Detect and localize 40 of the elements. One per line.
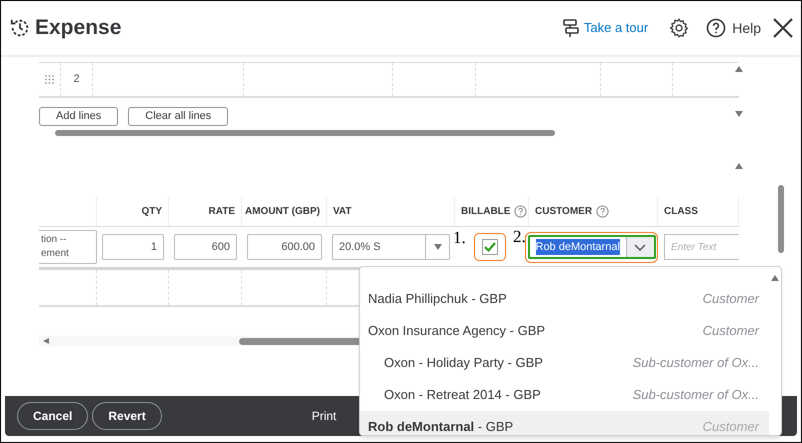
footer-button[interactable]: Revert bbox=[92, 402, 162, 430]
column-header: VAT bbox=[333, 205, 352, 219]
table-action-button[interactable]: Clear all lines bbox=[128, 107, 228, 126]
caret-icon[interactable] bbox=[434, 244, 442, 250]
scroll-up-icon[interactable] bbox=[735, 163, 743, 169]
vertical-scrollbar[interactable] bbox=[778, 185, 784, 253]
number-field[interactable]: 600 bbox=[174, 234, 237, 260]
scroll-left-icon[interactable] bbox=[43, 338, 51, 344]
vat-dropdown[interactable]: 20.0% S bbox=[332, 234, 450, 260]
column-header: AMOUNT (GBP) bbox=[245, 205, 320, 219]
customer-field[interactable]: Rob deMontarnal bbox=[528, 235, 656, 259]
take-a-tour-link[interactable]: Take a tour bbox=[584, 18, 648, 38]
history-icon[interactable] bbox=[9, 17, 31, 39]
help-button[interactable]: Help bbox=[706, 18, 761, 38]
close-icon[interactable] bbox=[773, 18, 793, 38]
chevron-down-icon[interactable] bbox=[634, 244, 646, 250]
billable-checkbox[interactable] bbox=[482, 239, 498, 255]
drag-handle-icon[interactable] bbox=[45, 75, 54, 84]
column-header: CUSTOMER bbox=[535, 205, 592, 219]
help-icon[interactable] bbox=[706, 18, 726, 38]
settings-icon[interactable] bbox=[668, 17, 690, 39]
page-title: Expense bbox=[35, 15, 122, 42]
signpost-icon[interactable] bbox=[562, 18, 580, 38]
scroll-up-icon[interactable] bbox=[735, 66, 743, 72]
customer-option[interactable]: Rob deMontarnal - GBP Customer bbox=[360, 411, 769, 435]
column-header: CLASS bbox=[664, 205, 698, 219]
column-header: QTY bbox=[141, 205, 162, 219]
scroll-up-icon[interactable] bbox=[771, 275, 779, 281]
table-action-button[interactable]: Add lines bbox=[39, 107, 118, 126]
line-number: 2 bbox=[73, 72, 80, 88]
column-header: RATE bbox=[208, 205, 235, 219]
annotation-number: 1. bbox=[453, 227, 466, 249]
footer-button[interactable]: Cancel bbox=[17, 402, 88, 430]
annotation-number: 2. bbox=[513, 226, 526, 248]
number-field[interactable]: 600.00 bbox=[247, 234, 322, 260]
description-field[interactable]: tion -- ement bbox=[39, 230, 97, 264]
number-field[interactable]: 1 bbox=[102, 234, 164, 260]
scroll-down-icon[interactable] bbox=[735, 111, 743, 117]
print-link[interactable]: Print bbox=[312, 407, 336, 425]
column-header: BILLABLE bbox=[461, 205, 510, 219]
